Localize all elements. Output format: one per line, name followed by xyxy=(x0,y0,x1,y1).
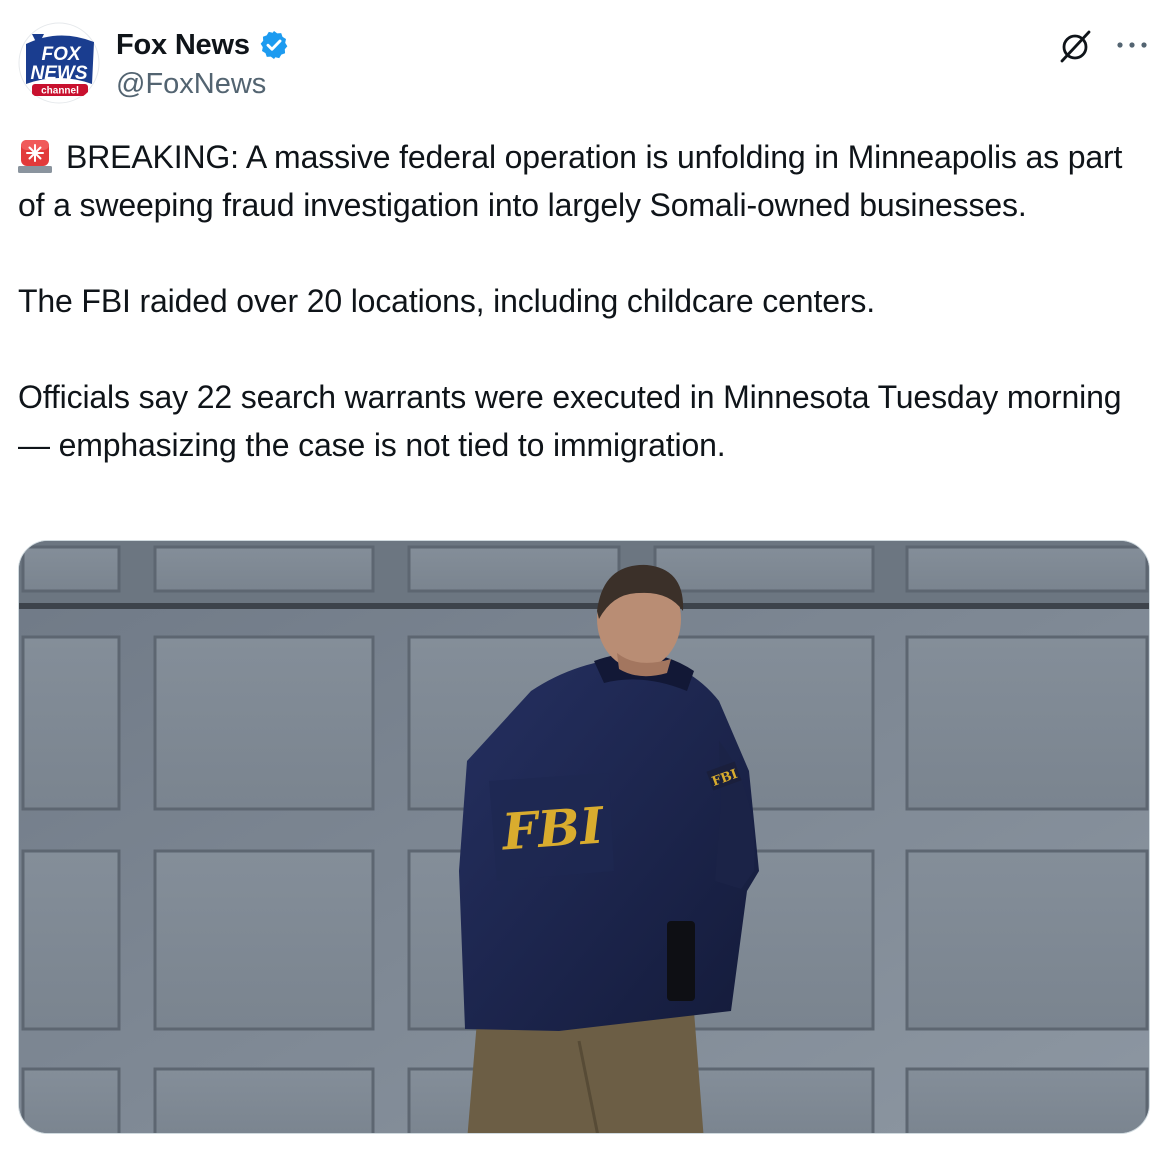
jacket-fbi-text: FBI xyxy=(498,795,607,861)
author-name-row[interactable]: Fox News xyxy=(116,28,290,62)
logo-fox-text: FOX xyxy=(41,44,81,65)
verified-badge-icon[interactable] xyxy=(258,29,290,61)
fox-news-logo-icon: FOX NEWS channel xyxy=(18,22,100,104)
author-avatar[interactable]: FOX NEWS channel xyxy=(18,22,100,104)
author-display-name[interactable]: Fox News xyxy=(116,29,250,62)
fbi-agent-photo: FBI FBI xyxy=(19,541,1149,1133)
tweet-paragraph-3: Officials say 22 search warrants were ex… xyxy=(18,379,1122,463)
tweet-paragraph-1: BREAKING: A massive federal operation is… xyxy=(18,139,1123,223)
tweet-paragraph: BREAKING: A massive federal operation is… xyxy=(18,133,1148,229)
more-options-icon[interactable] xyxy=(1114,30,1150,60)
siren-icon xyxy=(18,140,52,173)
tweet-text: BREAKING: A massive federal operation is… xyxy=(18,133,1148,469)
logo-channel-text: channel xyxy=(41,86,79,97)
grok-icon[interactable] xyxy=(1056,26,1096,66)
tweet-paragraph-2: The FBI raided over 20 locations, includ… xyxy=(18,283,875,319)
tweet-photo[interactable]: FBI FBI xyxy=(18,540,1150,1134)
logo-news-text: NEWS xyxy=(31,63,88,84)
tweet-card[interactable]: FOX NEWS channel Fox News @FoxNews BREAK… xyxy=(0,0,1170,1154)
author-handle[interactable]: @FoxNews xyxy=(116,68,266,101)
